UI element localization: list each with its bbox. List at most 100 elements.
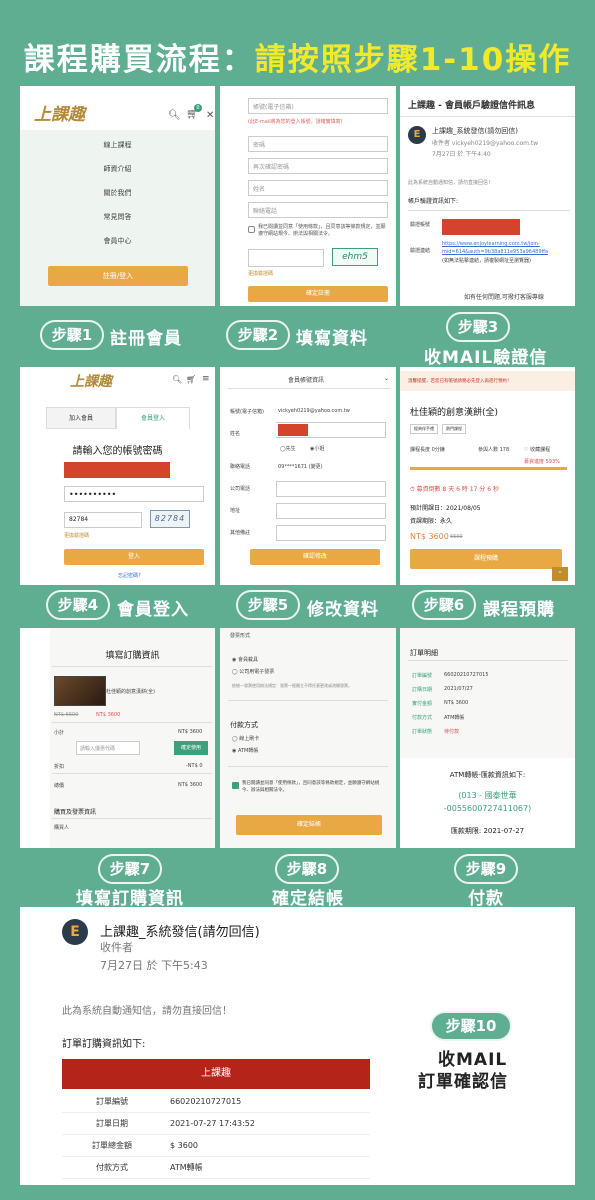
redacted-account-input <box>64 462 170 478</box>
course-thumbnail <box>54 676 106 706</box>
cart-icon[interactable]: 🛒︎ <box>186 375 196 384</box>
forgot-password-link[interactable]: 忘記密碼? <box>118 572 141 579</box>
agree-checkbox[interactable] <box>248 226 255 233</box>
order-detail-key: 實付金額 <box>412 701 433 707</box>
total-label: 總價 <box>54 783 65 789</box>
panel-payment: 訂單明細 ATM轉帳-匯款資訊如下: (013 - 國泰世華 -00556007… <box>400 628 575 848</box>
refresh-captcha-link[interactable]: 更換驗證碼 <box>248 270 273 277</box>
order-price: NT$ 3600 <box>96 712 121 718</box>
search-icon[interactable]: 🔍︎ <box>172 375 182 384</box>
atm-title: ATM轉帳-匯款資訊如下: <box>449 771 526 779</box>
gender-female-radio[interactable]: ◉小姐 <box>310 445 324 452</box>
pay-atm-radio[interactable]: ◉ ATM轉帳 <box>232 747 258 754</box>
login-button[interactable]: 登入 <box>64 549 204 565</box>
discount-value: -NT$ 0 <box>186 763 203 769</box>
menu-item-teachers[interactable]: 師資介紹 <box>20 158 215 180</box>
step6-pill: 步驟6 <box>412 590 476 620</box>
invoice-member-radio[interactable]: ◉ 會員載具 <box>232 656 258 663</box>
menu-item-courses[interactable]: 線上課程 <box>20 134 215 156</box>
row-key: 付款方式 <box>96 1163 128 1172</box>
name-input[interactable]: 姓名 <box>248 180 388 196</box>
coupon-input[interactable]: 請輸入優惠代碼 <box>76 741 140 755</box>
row-key: 訂單日期 <box>96 1119 128 1128</box>
preorder-button[interactable]: 課程預購 <box>410 549 562 569</box>
gender-male-radio[interactable]: ◯先生 <box>280 445 296 452</box>
account-input[interactable]: 帳號(電子信箱) <box>248 98 388 114</box>
register-submit-button[interactable]: 確定註冊 <box>248 286 388 302</box>
password-input[interactable]: •••••••••• <box>64 486 204 502</box>
atm-account: -0055600727411067) <box>443 804 532 813</box>
order-course-title: 杜佳穎的創意漢餅(全) <box>106 689 155 695</box>
sent-time: 7月27日 於 下午4:40 <box>432 151 491 158</box>
buyer-label: 購買人 <box>54 825 70 831</box>
order-info-heading: 填寫訂購資訊 <box>105 651 160 661</box>
menu-item-faq[interactable]: 常見問答 <box>20 206 215 228</box>
order-detail-key: 訂單編號 <box>412 673 433 679</box>
tab-login[interactable]: 會員登入 <box>116 407 190 429</box>
order-old-price: NT$ 6600 <box>54 712 79 718</box>
logo: 上課趣 <box>34 105 85 125</box>
search-icon[interactable]: 🔍︎ <box>168 110 181 121</box>
checkout-button[interactable]: 確定結帳 <box>236 815 382 835</box>
login-notice: 溫馨提醒，若您已有帳號請務必先登入再進行預約！ <box>400 371 575 391</box>
start-date: 預計開課日：2021/08/05 <box>410 505 481 512</box>
other-input[interactable] <box>276 525 386 541</box>
close-icon[interactable]: ✕ <box>206 110 214 121</box>
order-detail-key: 訂單狀態 <box>412 729 433 735</box>
login-heading: 請輸入您的帳號密碼 <box>72 446 163 457</box>
menu-item-member[interactable]: 會員中心 <box>20 230 215 252</box>
account-hint: (此E-mail將為您的登入帳號，請確實填寫) <box>248 119 343 125</box>
course-period: 資課期限：永久 <box>410 518 453 525</box>
atm-bank: (013 - 國泰世華 <box>458 791 517 800</box>
order-detail-value: 待付款 <box>444 729 460 735</box>
company-phone-input[interactable] <box>276 481 386 497</box>
funding-progress: 募資進度 593% <box>524 459 560 465</box>
subtotal-label: 小計 <box>54 730 65 736</box>
sender-name: 上課趣_系統發信(請勿回信) <box>432 127 518 135</box>
email-subject: 上課趣 - 會員帳戶驗證信件訊息 <box>408 101 536 111</box>
verify-link[interactable]: https://www.enjoylearning.com.tw/join- <box>442 241 540 247</box>
name-input[interactable] <box>276 422 386 438</box>
total-value: NT$ 3600 <box>178 782 203 788</box>
confirm-password-input[interactable]: 再次確認密碼 <box>248 158 388 174</box>
row-value: 2021-07-27 17:43:52 <box>170 1119 255 1128</box>
pay-card-radio[interactable]: ◯ 線上刷卡 <box>232 735 259 742</box>
verify-link-cont[interactable]: mid=614&auth=9b38a811e953a96489ffa <box>442 249 548 255</box>
invoice-company-radio[interactable]: ◯ 公司用電子發票 <box>232 668 274 675</box>
payment-label: 付款方式 <box>230 721 258 729</box>
confirm-edit-button[interactable]: 確認修改 <box>250 549 380 565</box>
table-row: 訂單編號 66020210727015 <box>62 1091 370 1113</box>
captcha-input[interactable]: 82784 <box>64 512 142 528</box>
coupon-apply-button[interactable]: 確定使用 <box>174 741 208 755</box>
buyer-section-title: 購買及發票資訊 <box>54 809 97 816</box>
address-input[interactable] <box>276 503 386 519</box>
panel-edit-profile: 會員帳號資訊 ⌄ 帳號(電子信箱) vickyeh0219@yahoo.com.… <box>220 367 396 585</box>
phone-input[interactable]: 聯絡電話 <box>248 202 388 218</box>
captcha-input[interactable] <box>248 249 324 267</box>
cart-count-badge: 0 <box>194 104 202 112</box>
redacted-account <box>442 219 520 235</box>
menu-item-about[interactable]: 關於我們 <box>20 182 215 204</box>
tab-join[interactable]: 加入會員 <box>46 407 116 429</box>
terms-checkbox[interactable] <box>232 782 239 789</box>
order-detail-value: 66020210727015 <box>444 672 489 678</box>
favorite-button[interactable]: ♡ 收藏課程 <box>524 446 550 453</box>
refresh-captcha-link[interactable]: 更換驗證碼 <box>64 532 89 539</box>
participants: 參與人數 178 <box>478 447 510 453</box>
step10-pill: 步驟10 <box>430 1011 512 1041</box>
table-row: 訂單總金額 $ 3600 <box>62 1135 370 1157</box>
scroll-top-button[interactable]: ⌃ <box>552 567 568 581</box>
chevron-down-icon: ⌄ <box>384 375 390 382</box>
panel-login: 上課趣 🔍︎ 🛒︎ ≡ 加入會員 會員登入 請輸入您的帳號密碼 ••••••••… <box>20 367 215 585</box>
order-detail-value: NT$ 3600 <box>444 700 469 706</box>
password-input[interactable]: 密碼 <box>248 136 388 152</box>
table-row: 付款方式 ATM轉帳 <box>62 1157 370 1179</box>
menu-icon[interactable]: ≡ <box>202 374 210 384</box>
register-login-button[interactable]: 註冊/登入 <box>48 266 188 286</box>
sender-avatar: E <box>62 919 88 945</box>
step2-pill: 步驟2 <box>226 320 290 350</box>
auto-notice: 此為系統自動通知信，請勿直接回信！ <box>62 1006 232 1017</box>
account-info-header: 會員帳號資訊 ⌄ <box>228 371 390 389</box>
verify-table: 驗證帳號 驗證連結 https://www.enjoylearning.com.… <box>408 210 570 270</box>
order-detail-heading: 訂單明細 <box>410 649 438 657</box>
